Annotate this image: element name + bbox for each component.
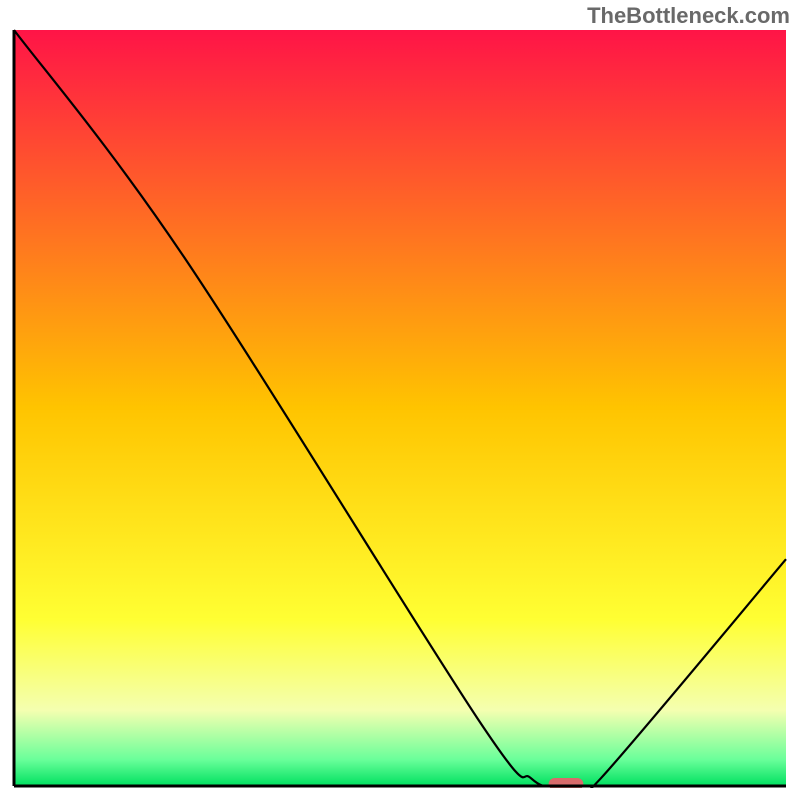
bottleneck-chart — [12, 28, 788, 788]
chart-container: TheBottleneck.com — [0, 0, 800, 800]
plot-background — [14, 30, 786, 786]
watermark-text: TheBottleneck.com — [587, 3, 790, 29]
chart-svg — [12, 28, 788, 788]
